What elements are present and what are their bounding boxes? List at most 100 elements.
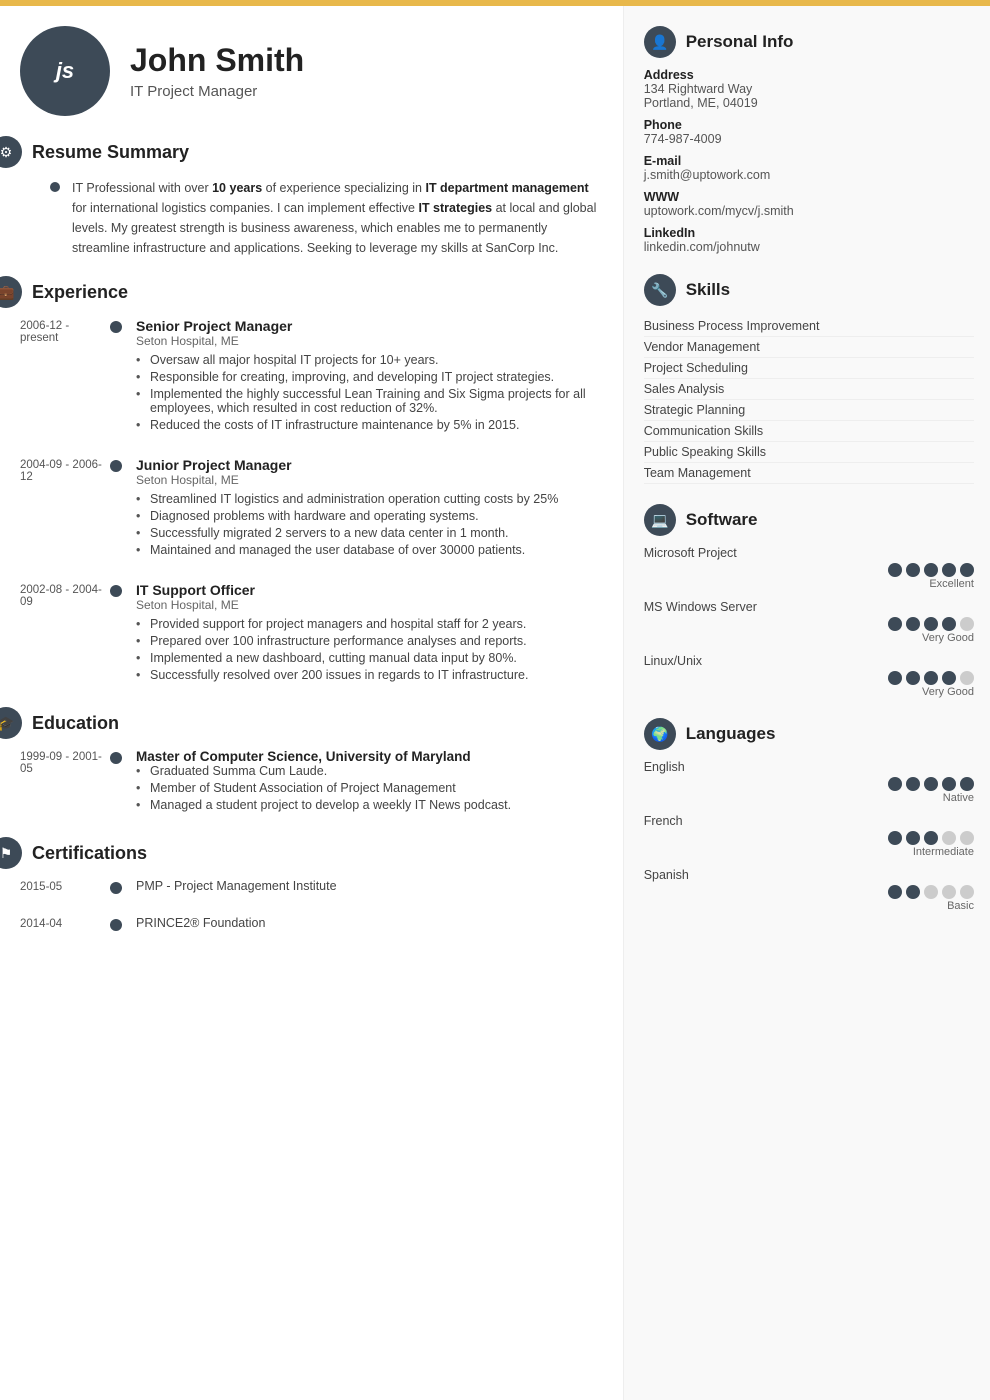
skills-header: 🔧 Skills [644, 274, 974, 306]
bullet-item: Reduced the costs of IT infrastructure m… [136, 418, 603, 432]
dot [888, 563, 902, 577]
dot [924, 885, 938, 899]
dot-label: Very Good [922, 632, 974, 644]
certifications-header: ⚑ Certifications [0, 837, 603, 869]
skills-title: Skills [686, 280, 730, 300]
software-name: Microsoft Project [644, 546, 974, 560]
job-date: 2002-08 - 2004-09 [20, 582, 110, 685]
languages-icon: 🌍 [644, 718, 676, 750]
skill-item: Vendor Management [644, 337, 974, 358]
bullet-item: Prepared over 100 infrastructure perform… [136, 634, 603, 648]
dot-label: Basic [947, 900, 974, 912]
bullet-item: Successfully resolved over 200 issues in… [136, 668, 603, 682]
personal-info-icon: 👤 [644, 26, 676, 58]
dot-label: Intermediate [913, 846, 974, 858]
job-title: Senior Project Manager [136, 318, 603, 334]
software-rating: Very Good [644, 671, 974, 698]
job-bullets: Streamlined IT logistics and administrat… [136, 492, 603, 557]
cert-content: PMP - Project Management Institute [136, 879, 603, 894]
education-title: Education [32, 713, 119, 734]
dot [942, 831, 956, 845]
timeline-dot-col [110, 582, 122, 685]
dots-row [888, 777, 974, 791]
resume-container: js John Smith IT Project Manager ⚙ Resum… [0, 6, 990, 1400]
timeline-dot [110, 585, 122, 597]
dot-label: Native [943, 792, 974, 804]
job-bullets: Provided support for project managers an… [136, 617, 603, 682]
experience-section: 💼 Experience 2006-12 - present Senior Pr… [20, 276, 603, 685]
dot [906, 777, 920, 791]
cert-item: 2014-04 PRINCE2® Foundation [20, 916, 603, 931]
software-name: MS Windows Server [644, 600, 974, 614]
timeline-dot [110, 321, 122, 333]
cert-item: 2015-05 PMP - Project Management Institu… [20, 879, 603, 894]
skill-item: Sales Analysis [644, 379, 974, 400]
timeline-dot-col [110, 916, 122, 931]
software-rating: Very Good [644, 617, 974, 644]
timeline-dot-col [110, 749, 122, 815]
languages-section: 🌍 Languages English Native Fre [644, 718, 974, 912]
edu-item: 1999-09 - 2001-05 Master of Computer Sci… [20, 749, 603, 815]
job-company: Seton Hospital, ME [136, 598, 603, 612]
timeline-dot [110, 919, 122, 931]
phone-label: Phone [644, 118, 974, 132]
software-icon: 💻 [644, 504, 676, 536]
bullet-item: Maintained and managed the user database… [136, 543, 603, 557]
bullet-item: Successfully migrated 2 servers to a new… [136, 526, 603, 540]
full-name: John Smith [130, 42, 304, 79]
skills-section: 🔧 Skills Business Process Improvement Ve… [644, 274, 974, 484]
lang-rating: Native [644, 777, 974, 804]
skill-item: Project Scheduling [644, 358, 974, 379]
certifications-section: ⚑ Certifications 2015-05 PMP - Project M… [20, 837, 603, 931]
dot [888, 617, 902, 631]
dot-label: Very Good [922, 686, 974, 698]
skills-icon: 🔧 [644, 274, 676, 306]
avatar: js [20, 26, 110, 116]
dot [906, 563, 920, 577]
job-item: 2004-09 - 2006-12 Junior Project Manager… [20, 457, 603, 560]
lang-name: English [644, 760, 974, 774]
lang-rating: Basic [644, 885, 974, 912]
resume-header: js John Smith IT Project Manager [20, 26, 603, 116]
personal-info-header: 👤 Personal Info [644, 26, 974, 58]
skill-item: Public Speaking Skills [644, 442, 974, 463]
avatar-initials: js [56, 58, 74, 84]
dot [924, 563, 938, 577]
dot-label: Excellent [929, 578, 974, 590]
bullet-item: Member of Student Association of Project… [136, 781, 603, 795]
dot [906, 831, 920, 845]
software-header: 💻 Software [644, 504, 974, 536]
job-content: IT Support Officer Seton Hospital, ME Pr… [136, 582, 603, 685]
linkedin-value: linkedin.com/johnutw [644, 240, 974, 254]
software-section: 💻 Software Microsoft Project Excellent [644, 504, 974, 698]
bullet-item: Oversaw all major hospital IT projects f… [136, 353, 603, 367]
dot [924, 671, 938, 685]
software-item: Linux/Unix Very Good [644, 654, 974, 698]
dot [924, 831, 938, 845]
edu-degree: Master of Computer Science, University o… [136, 749, 603, 764]
job-company: Seton Hospital, ME [136, 473, 603, 487]
dot [888, 671, 902, 685]
dot [942, 777, 956, 791]
lang-name: Spanish [644, 868, 974, 882]
dots-row [888, 617, 974, 631]
dot [888, 831, 902, 845]
dot [960, 617, 974, 631]
education-section: 🎓 Education 1999-09 - 2001-05 Master of … [20, 707, 603, 815]
lang-rating: Intermediate [644, 831, 974, 858]
job-title: Junior Project Manager [136, 457, 603, 473]
dot [924, 777, 938, 791]
cert-date: 2014-04 [20, 916, 110, 931]
left-column: js John Smith IT Project Manager ⚙ Resum… [0, 6, 624, 1400]
phone-value: 774-987-4009 [644, 132, 974, 146]
job-bullets: Oversaw all major hospital IT projects f… [136, 353, 603, 432]
software-rating: Excellent [644, 563, 974, 590]
personal-info-phone: Phone 774-987-4009 [644, 118, 974, 146]
edu-bullets: Graduated Summa Cum Laude. Member of Stu… [136, 764, 603, 812]
header-text: John Smith IT Project Manager [130, 42, 304, 100]
address-line1: 134 Rightward Way [644, 82, 974, 96]
summary-title: Resume Summary [32, 142, 189, 163]
job-date: 2004-09 - 2006-12 [20, 457, 110, 560]
address-line2: Portland, ME, 04019 [644, 96, 974, 110]
edu-content: Master of Computer Science, University o… [136, 749, 603, 815]
